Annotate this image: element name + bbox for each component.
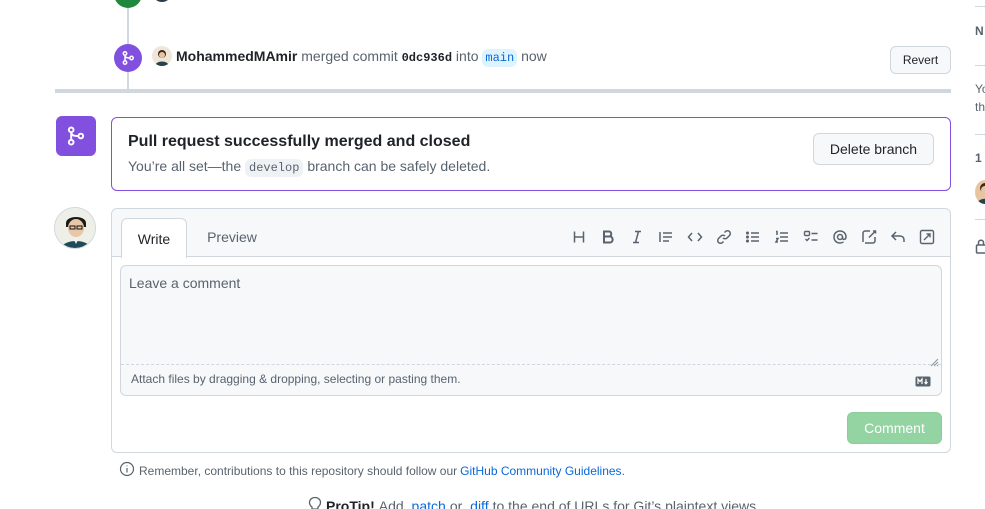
sidebar-text-fragment: th (975, 100, 985, 114)
event-time[interactable]: now (521, 48, 547, 64)
sidebar-divider (975, 65, 985, 66)
delete-branch-button[interactable]: Delete branch (813, 133, 934, 165)
unordered-list-icon[interactable] (738, 227, 767, 247)
comment-submit-button[interactable]: Comment (847, 412, 942, 444)
info-icon (119, 461, 135, 480)
merge-status-subtitle: You’re all set—the develop branch can be… (128, 158, 491, 177)
mention-icon[interactable] (825, 227, 854, 247)
merge-event-icon (114, 44, 142, 72)
reminder-text: Remember, contributions to this reposito… (139, 463, 458, 478)
italic-icon[interactable] (622, 227, 651, 247)
merged-status-icon (56, 116, 96, 156)
protip-text2: to the end of URLs for Git’s plaintext v… (492, 497, 760, 509)
user-avatar[interactable] (152, 46, 172, 66)
event-action: merged commit (301, 48, 398, 64)
lightbulb-icon (308, 496, 322, 509)
fullscreen-icon[interactable] (912, 227, 941, 247)
timeline-divider (55, 89, 951, 93)
code-icon[interactable] (680, 227, 709, 247)
composer-header: Write Preview (112, 209, 950, 258)
sidebar-text-fragment: Yo (975, 82, 985, 96)
heading-icon[interactable] (564, 227, 593, 247)
event-icon-partial (114, 0, 142, 8)
merge-sub-prefix: You’re all set—the (128, 158, 242, 174)
community-guidelines-reminder: Remember, contributions to this reposito… (119, 461, 625, 480)
comment-textarea-container: Attach files by dragging & dropping, sel… (120, 265, 942, 396)
quote-icon[interactable] (651, 227, 680, 247)
markdown-icon[interactable] (915, 374, 931, 387)
reminder-end: . (621, 463, 625, 478)
protip-text1: Add (378, 497, 404, 509)
diff-link[interactable]: .diff (466, 498, 488, 509)
protip: ProTip! Add .patch or .diff to the end o… (308, 496, 760, 509)
protip-or: or (449, 497, 463, 509)
cross-reference-icon[interactable] (854, 227, 883, 247)
sidebar-count-fragment: 1 (975, 151, 982, 165)
lock-icon (975, 238, 985, 257)
merge-status-title: Pull request successfully merged and clo… (128, 133, 471, 150)
username-link[interactable]: MohammedMAmir (176, 48, 297, 64)
avatar-partial (152, 0, 172, 2)
comment-textarea[interactable] (121, 266, 941, 365)
target-branch-link[interactable]: main (482, 49, 518, 67)
revert-button[interactable]: Revert (890, 46, 951, 74)
markdown-toolbar (564, 227, 941, 247)
comment-composer: Write Preview Leave a comment Attach fil… (111, 208, 951, 453)
sidebar-divider (975, 219, 985, 220)
sidebar-divider (975, 6, 985, 7)
task-list-icon[interactable] (796, 227, 825, 247)
event-into: into (455, 48, 479, 64)
attach-files-hint[interactable]: Attach files by dragging & dropping, sel… (131, 372, 461, 386)
resize-grip-icon[interactable] (930, 354, 939, 367)
merge-sub-suffix: branch can be safely deleted. (307, 158, 491, 174)
current-user-avatar[interactable] (54, 207, 96, 249)
guidelines-link[interactable]: GitHub Community Guidelines (460, 464, 621, 478)
commit-sha-link[interactable]: 0dc936d (402, 51, 452, 65)
sidebar-avatar[interactable] (975, 180, 985, 204)
sidebar-heading-fragment: N (975, 24, 984, 38)
protip-label: ProTip! (326, 497, 375, 509)
patch-link[interactable]: .patch (408, 498, 446, 509)
source-branch: develop (245, 159, 304, 177)
link-icon[interactable] (709, 227, 738, 247)
tab-preview[interactable]: Preview (196, 218, 268, 256)
merge-event-text: MohammedMAmir merged commit 0dc936d into… (176, 46, 547, 68)
ordered-list-icon[interactable] (767, 227, 796, 247)
sidebar-divider (975, 134, 985, 135)
bold-icon[interactable] (593, 227, 622, 247)
tab-write[interactable]: Write (121, 218, 187, 258)
reply-icon[interactable] (883, 227, 912, 247)
